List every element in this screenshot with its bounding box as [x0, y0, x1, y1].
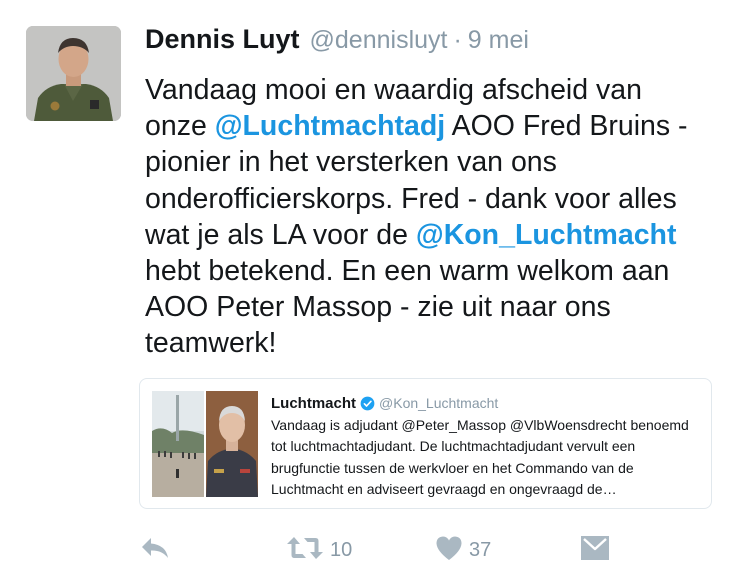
- tweet-text-segment: onze: [145, 110, 215, 143]
- quoted-text-line: Vandaag is adjudant @Peter_Massop @VlbWo…: [271, 417, 689, 433]
- quoted-text-line: tot luchtmachtadjudant. De luchtmachtadj…: [271, 438, 636, 455]
- tweet-text-segment: Vandaag mooi en waardig afscheid van: [145, 74, 642, 106]
- like-button[interactable]: 37: [435, 530, 491, 570]
- direct-message-button[interactable]: [580, 530, 610, 570]
- mention-link[interactable]: @Luchtmachtadj: [215, 110, 445, 142]
- tweet-text-line: hebt betekend. En een warm welkom aan: [145, 253, 725, 289]
- quoted-tweet-card[interactable]: Luchtmacht @Kon_Luchtmacht Vandaag is ad…: [139, 378, 712, 509]
- tweet-text-line: AOO Peter Massop - zie uit naar ons: [145, 289, 725, 325]
- quoted-tweet-body: Luchtmacht @Kon_Luchtmacht Vandaag is ad…: [271, 393, 699, 500]
- tweet-text-segment: teamwerk!: [145, 327, 277, 360]
- tweet-text-segment: onderofficierskorps. Fred - dank voor al…: [145, 182, 677, 215]
- tweet-text: Vandaag mooi en waardig afscheid van onze…: [145, 72, 725, 362]
- verified-badge-icon: [360, 396, 375, 411]
- quoted-text-line: brugfunctie tussen de werkvloer en het C…: [271, 459, 634, 476]
- author-avatar[interactable]: [26, 26, 121, 121]
- retweet-icon: [286, 535, 324, 566]
- quoted-author-name[interactable]: Luchtmacht: [271, 395, 356, 412]
- tweet-text-segment: wat je als LA voor de: [145, 218, 416, 251]
- tweet-text-line: onderofficierskorps. Fred - dank voor al…: [145, 181, 725, 217]
- tweet-action-bar: 10 37: [140, 530, 620, 570]
- quoted-photo-portrait[interactable]: [206, 391, 258, 497]
- quoted-text-line: Luchtmacht en adviseert gevraagd en onge…: [271, 480, 617, 497]
- quoted-author-handle[interactable]: @Kon_Luchtmacht: [379, 395, 498, 411]
- heart-icon: [435, 535, 463, 566]
- reply-icon: [140, 535, 170, 566]
- tweet-text-segment: pionier in het versterken van ons: [145, 146, 557, 179]
- quoted-tweet-media[interactable]: [152, 391, 258, 497]
- tweet-text-segment: hebt betekend. En een warm welkom aan: [145, 255, 670, 288]
- header-separator: ·: [453, 26, 462, 54]
- tweet-text-line: onze @Luchtmachtadj AOO Fred Bruins -: [145, 108, 725, 144]
- tweet-header: Dennis Luyt @dennisluyt · 9 mei: [145, 24, 529, 56]
- quoted-tweet-header: Luchtmacht @Kon_Luchtmacht: [271, 393, 699, 413]
- tweet-text-segment: AOO Fred Bruins -: [445, 110, 688, 143]
- tweet-text-line: wat je als LA voor de @Kon_Luchtmacht: [145, 217, 725, 253]
- tweet-text-segment: AOO Peter Massop - zie uit naar ons: [145, 291, 611, 324]
- tweet-timestamp[interactable]: 9 mei: [468, 26, 529, 55]
- quoted-tweet-text: Vandaag is adjudant @Peter_Massop @VlbWo…: [271, 415, 699, 500]
- reply-button[interactable]: [140, 530, 170, 570]
- tweet-text-line: pionier in het versterken van ons: [145, 144, 725, 180]
- quoted-photo-parade[interactable]: [152, 391, 204, 497]
- retweet-button[interactable]: 10: [286, 530, 352, 570]
- tweet-text-line: Vandaag mooi en waardig afscheid van: [145, 72, 725, 108]
- retweet-count: 10: [330, 538, 353, 561]
- author-handle[interactable]: @dennisluyt: [310, 26, 448, 55]
- author-name[interactable]: Dennis Luyt: [145, 24, 300, 55]
- direct-message-icon: [580, 535, 610, 566]
- tweet-text-line: teamwerk!: [145, 325, 725, 361]
- like-count: 37: [469, 538, 492, 561]
- mention-link[interactable]: @Kon_Luchtmacht: [416, 219, 677, 251]
